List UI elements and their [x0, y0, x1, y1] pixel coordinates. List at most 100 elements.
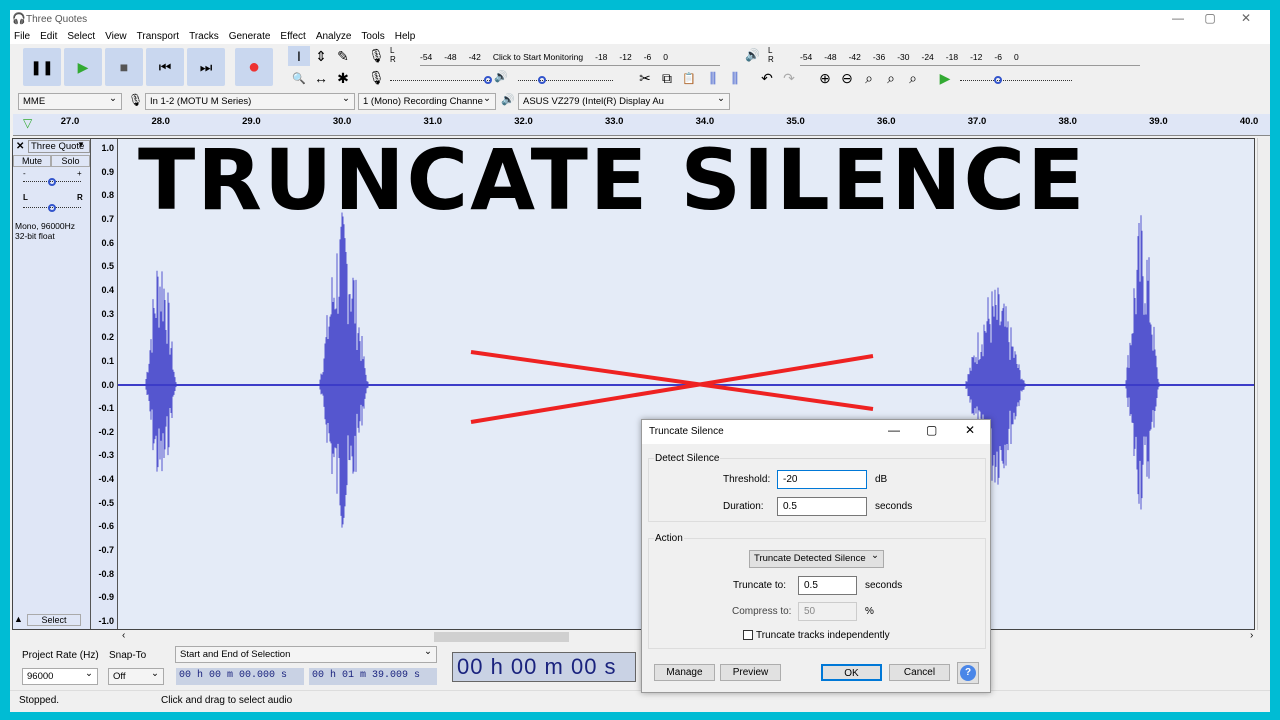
recording-channels-select[interactable]: 1 (Mono) Recording Channe — [358, 93, 496, 110]
silence-button[interactable]: ⫼ — [724, 68, 746, 88]
play-at-speed-button[interactable]: ▶ — [934, 68, 956, 88]
menu-generate[interactable]: Generate — [229, 31, 271, 42]
cut-button[interactable]: ✂ — [634, 68, 656, 88]
pause-button[interactable]: ❚❚ — [23, 48, 61, 86]
overlay-title: TRUNCATE SILENCE — [138, 131, 1087, 229]
ok-button[interactable]: OK — [821, 664, 882, 681]
record-meter-lr: LR — [390, 46, 396, 64]
audio-position-time[interactable]: 00 h 00 m 00 s — [452, 652, 636, 682]
selection-end-time[interactable]: 00 h 01 m 39.009 s — [309, 668, 437, 685]
dialog-close-button[interactable]: ✕ — [965, 423, 975, 437]
gain-slider[interactable] — [23, 178, 81, 186]
ruler-tick: 36.0 — [877, 116, 896, 127]
track-menu-arrow-icon: ▼ — [77, 140, 85, 149]
dialog-title: Truncate Silence — [649, 426, 724, 437]
horizontal-scrollbar[interactable]: ‹ › — [10, 630, 1270, 644]
maximize-button[interactable]: ▢ — [1200, 11, 1220, 25]
menu-select[interactable]: Select — [67, 31, 95, 42]
amplitude-tick: -0.1 — [98, 403, 114, 414]
playback-device-select[interactable]: ASUS VZ279 (Intel(R) Display Au — [518, 93, 730, 110]
solo-button[interactable]: Solo — [51, 155, 90, 167]
detect-silence-label: Detect Silence — [654, 453, 721, 464]
menu-analyze[interactable]: Analyze — [316, 31, 352, 42]
ruler-tick: 29.0 — [242, 116, 261, 127]
window-title: Three Quotes — [26, 13, 88, 25]
threshold-input[interactable]: -20 — [777, 470, 867, 489]
stop-button[interactable]: ■ — [105, 48, 143, 86]
help-button[interactable]: ? — [957, 662, 979, 684]
play-button[interactable]: ▶ — [64, 48, 102, 86]
headphones-icon: 🎧 — [12, 13, 26, 25]
action-select[interactable]: Truncate Detected Silence — [749, 550, 884, 568]
preview-button[interactable]: Preview — [720, 664, 781, 681]
skip-to-end-button[interactable]: ⏭ — [187, 48, 225, 86]
time-shift-tool[interactable]: ↔ — [310, 68, 332, 88]
selection-mode-select[interactable]: Start and End of Selection — [175, 646, 437, 663]
skip-to-start-button[interactable]: ⏮ — [146, 48, 184, 86]
truncate-independently-checkbox[interactable] — [743, 630, 753, 640]
zoom-toggle-button[interactable]: ⌕ — [902, 68, 924, 88]
envelope-tool[interactable]: ⇕ — [310, 46, 332, 66]
pan-slider[interactable] — [23, 204, 81, 212]
fit-project-button[interactable]: ⌕ — [880, 68, 902, 88]
menu-tools[interactable]: Tools — [361, 31, 384, 42]
menu-tracks[interactable]: Tracks — [189, 31, 219, 42]
menu-transport[interactable]: Transport — [137, 31, 179, 42]
fit-selection-button[interactable]: ⌕ — [858, 68, 880, 88]
dialog-minimize-button[interactable]: — — [888, 423, 900, 437]
menu-help[interactable]: Help — [395, 31, 416, 42]
record-button[interactable]: ● — [235, 48, 273, 86]
pan-left-label: L — [23, 193, 28, 202]
zoom-out-button[interactable]: ⊖ — [836, 68, 858, 88]
track-bit-depth: 32-bit float — [15, 231, 55, 241]
zoom-tool[interactable]: 🔍 — [288, 68, 310, 88]
truncate-to-label: Truncate to: — [733, 580, 786, 591]
redo-button[interactable]: ↷ — [778, 68, 800, 88]
trim-button[interactable]: ⫼ — [702, 68, 724, 88]
snap-to-select[interactable]: Off — [108, 668, 164, 685]
paste-button[interactable]: 📋 — [678, 68, 700, 88]
compress-to-input[interactable]: 50 — [798, 602, 857, 621]
selection-tool[interactable]: I — [288, 46, 310, 66]
amplitude-tick: 1.0 — [101, 143, 114, 153]
select-track-button[interactable]: Select — [27, 614, 81, 626]
audio-host-select[interactable]: MME — [18, 93, 122, 110]
collapse-track-icon[interactable]: ▲ — [14, 614, 23, 624]
selection-start-time[interactable]: 00 h 00 m 00.000 s — [176, 668, 304, 685]
play-head-icon: ▽ — [23, 116, 33, 130]
playback-volume-slider[interactable] — [518, 76, 613, 84]
menu-view[interactable]: View — [105, 31, 127, 42]
playback-meter[interactable]: -54 -48 -42 -36 -30 -24 -18 -12 -6 0 — [800, 48, 1140, 66]
speaker-icon: 🔊 — [745, 48, 760, 62]
multi-tool[interactable]: ✱ — [332, 68, 354, 88]
help-icon: ? — [960, 665, 976, 681]
copy-button[interactable]: ⧉ — [656, 68, 678, 88]
play-speed-slider[interactable] — [960, 76, 1072, 84]
recording-volume-slider[interactable] — [390, 76, 492, 84]
duration-input[interactable]: 0.5 — [777, 497, 867, 516]
minimize-button[interactable]: — — [1168, 11, 1188, 25]
menu-effect[interactable]: Effect — [280, 31, 305, 42]
status-state: Stopped. — [19, 695, 60, 706]
scroll-thumb[interactable] — [434, 632, 569, 642]
close-track-button[interactable]: ✕ — [16, 141, 24, 152]
recording-device-select[interactable]: In 1-2 (MOTU M Series) — [145, 93, 355, 110]
menu-edit[interactable]: Edit — [40, 31, 57, 42]
compress-to-label: Compress to: — [732, 606, 792, 617]
vertical-scrollbar[interactable] — [1257, 138, 1270, 630]
scroll-right-icon[interactable]: › — [1250, 630, 1253, 641]
close-button[interactable]: ✕ — [1236, 11, 1256, 25]
draw-tool[interactable]: ✎ — [332, 46, 354, 66]
scroll-left-icon[interactable]: ‹ — [122, 630, 125, 641]
undo-button[interactable]: ↶ — [756, 68, 778, 88]
amplitude-tick: 0.3 — [101, 308, 114, 319]
manage-button[interactable]: Manage — [654, 664, 715, 681]
zoom-in-button[interactable]: ⊕ — [814, 68, 836, 88]
cancel-button[interactable]: Cancel — [889, 664, 950, 681]
record-meter[interactable]: -54 -48 -42 Click to Start Monitoring -18 -12… — [420, 48, 720, 66]
menu-file[interactable]: File — [14, 31, 30, 42]
mute-button[interactable]: Mute — [13, 155, 51, 167]
dialog-maximize-button[interactable]: ▢ — [926, 423, 937, 437]
truncate-to-input[interactable]: 0.5 — [798, 576, 857, 595]
project-rate-select[interactable]: 96000 — [22, 668, 98, 685]
